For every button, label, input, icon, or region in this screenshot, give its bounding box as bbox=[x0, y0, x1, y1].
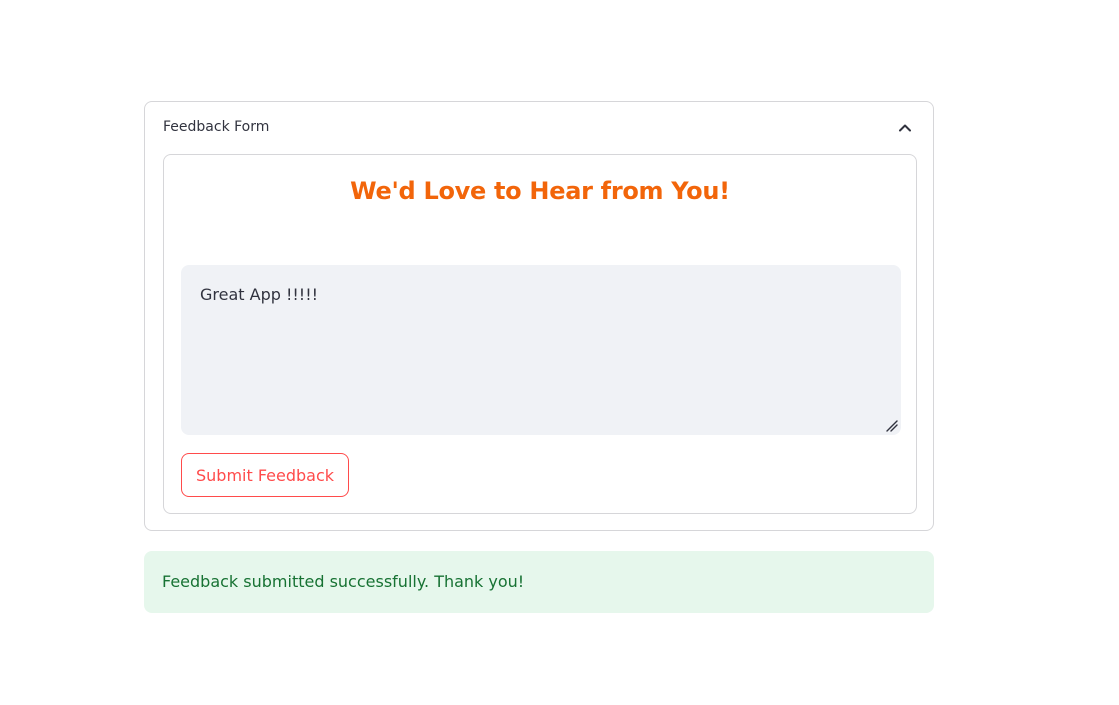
feedback-textarea[interactable] bbox=[181, 265, 901, 435]
form-heading: We'd Love to Hear from You! bbox=[350, 177, 730, 205]
submit-feedback-button[interactable]: Submit Feedback bbox=[181, 453, 350, 497]
expander-header[interactable]: Feedback Form bbox=[145, 102, 933, 154]
chevron-up-icon[interactable] bbox=[897, 120, 913, 136]
feedback-expander: Feedback Form We'd Love to Hear from You… bbox=[144, 101, 934, 531]
resize-handle-icon[interactable] bbox=[886, 420, 898, 432]
success-alert: Feedback submitted successfully. Thank y… bbox=[144, 551, 934, 613]
expander-title: Feedback Form bbox=[163, 119, 270, 135]
feedback-form: We'd Love to Hear from You! Submit Feedb… bbox=[163, 154, 917, 514]
success-message: Feedback submitted successfully. Thank y… bbox=[162, 572, 525, 591]
feedback-textarea-container bbox=[181, 265, 901, 435]
